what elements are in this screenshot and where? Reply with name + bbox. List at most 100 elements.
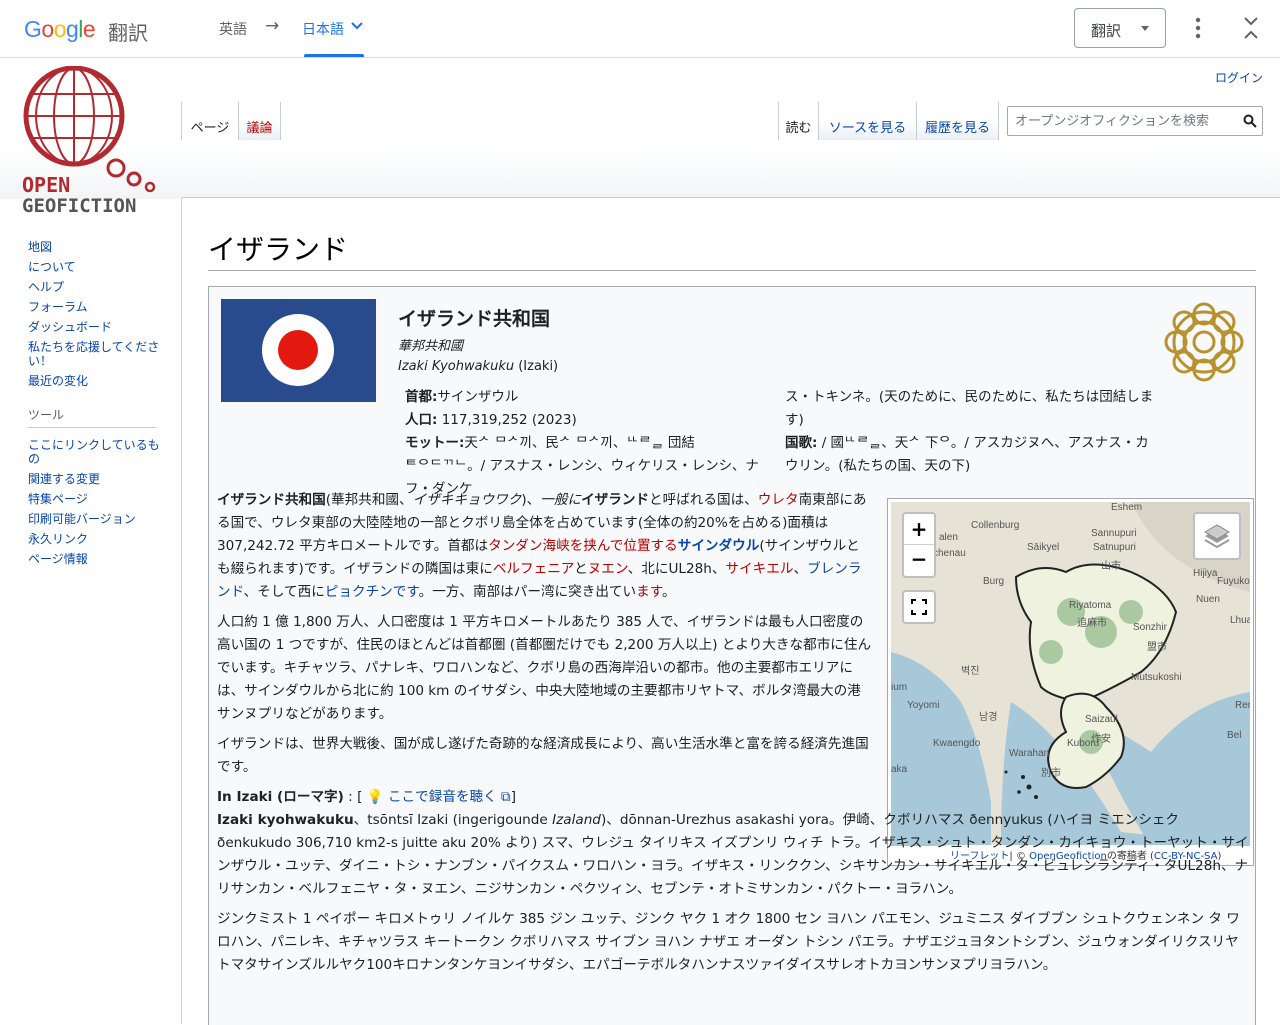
country-native-name: Izaki Kyohwakuku (Izaki): [398, 359, 558, 374]
tab-read[interactable]: 読む: [778, 102, 818, 140]
translate-title: 翻訳: [108, 21, 148, 45]
country-alt-name: 華邦共和國: [398, 339, 464, 354]
arrow-right-icon: →: [265, 16, 280, 36]
native-name-italic: Izaki Kyohwakuku: [398, 359, 515, 374]
izaki-end: ]: [510, 789, 517, 805]
article-body: イザランド共和国(華邦共和國、イザキキョウワク)、一般にイザランドと呼ばれる国は…: [217, 489, 1251, 984]
external-link-icon: ⧉: [496, 789, 511, 805]
sidebar-item-page-info[interactable]: ページ情報: [28, 552, 166, 566]
intro-text: と: [574, 561, 588, 577]
anthem-label: 国歌:: [785, 435, 818, 451]
intro-text: イザランド共和国: [217, 492, 326, 508]
intro-text: (華邦共和國、: [325, 492, 413, 508]
intro-text: 、: [793, 561, 808, 577]
intro-text: と呼ばれる国は、: [649, 492, 758, 508]
intro-link[interactable]: ます: [636, 584, 662, 600]
country-flag: [221, 299, 376, 402]
population-label: 人口:: [405, 412, 438, 428]
intro-paragraph: イザランド共和国(華邦共和國、イザキキョウワク)、一般にイザランドと呼ばれる国は…: [217, 489, 873, 604]
fact-population: 人口: 117,319,252 (2023): [405, 409, 765, 432]
target-language-indicator: [304, 54, 364, 57]
caret-down-icon: [1141, 26, 1149, 31]
more-vert-icon[interactable]: [1190, 17, 1206, 39]
izaki-paragraph: Izaki kyohwakuku、tsōntsī Izaki (ingerigo…: [217, 809, 1251, 901]
opengeofiction-logo[interactable]: OPEN GEOFICTION: [20, 66, 162, 216]
motto-label: モットー:: [405, 435, 465, 451]
title-divider: [208, 270, 1256, 271]
izaki-text-a: 、tsōntsī Izaki (ingerigounde: [353, 812, 553, 828]
intro-text: 一般に: [540, 492, 582, 508]
logo-text-open: OPEN: [22, 173, 70, 197]
search-icon[interactable]: [1243, 114, 1257, 128]
sidebar-item-support[interactable]: 私たちを応援してください！: [28, 340, 166, 368]
capital-label: 首都:: [405, 389, 438, 405]
sidebar-item-permalink[interactable]: 永久リンク: [28, 532, 166, 546]
sidebar-item-map[interactable]: 地図: [28, 240, 166, 254]
intro-link[interactable]: ピョクチンです: [325, 584, 419, 600]
population-paragraph: 人口約 1 億 1,800 万人、人口密度は 1 平方キロメートルあたり 385…: [217, 614, 872, 722]
izaki-population-paragraph: ジンクミスト 1 ペイポー キロメトゥリ ノイルケ 385 ジン ユッテ、ジンク…: [217, 911, 1240, 973]
izaki-heading: In Izaki (ローマ字): [217, 789, 344, 805]
tab-history[interactable]: 履歴を見る: [916, 102, 999, 140]
intro-link[interactable]: ヌエン: [588, 561, 628, 577]
tab-talk[interactable]: 議論: [238, 102, 281, 140]
target-language[interactable]: 日本語: [302, 19, 344, 39]
facts-right: ス・トキンネ。(天のために、民のために、私たちは団結します) 国歌: / 國ᄔᄅ…: [785, 386, 1161, 478]
tab-page[interactable]: ページ: [181, 102, 238, 140]
login-link[interactable]: ログイン: [1215, 69, 1263, 86]
sidebar-item-special-pages[interactable]: 特集ページ: [28, 492, 166, 506]
sidebar-item-recent-changes[interactable]: 最近の変化: [28, 374, 166, 388]
country-infobox: イザランド共和国 華邦共和國 Izaki Kyohwakuku (Izaki): [208, 286, 1256, 1025]
izaki-sep: : [: [343, 789, 367, 805]
country-name: イザランド共和国: [398, 308, 551, 330]
collapse-icon[interactable]: [1240, 16, 1262, 40]
fact-capital: 首都:サインザウル: [405, 386, 765, 409]
intro-link[interactable]: ウレタ: [758, 492, 799, 508]
intro-text: イザキキョウワク: [412, 492, 522, 508]
intro-link[interactable]: タンダン海峡を挟んで位置する: [488, 538, 678, 554]
intro-text: イザランド: [581, 492, 650, 508]
listen-recording-link[interactable]: ここで録音を聴く: [388, 789, 497, 805]
national-emblem-icon: [1164, 302, 1244, 382]
fact-anthem: 国歌: / 國ᄔᄅᆯ、天ᄼ 下ᄋ。/ アスカジヌへ、アスナス・カウリン。(私たち…: [785, 432, 1161, 478]
google-translate-bar: Google 翻訳 英語 → 日本語 翻訳: [0, 0, 1280, 58]
logo-text-geofiction: GEOFICTION: [22, 195, 136, 216]
izaki-heading-line: In Izaki (ローマ字) : [ 💡 ここで録音を聴く ⧉]: [217, 786, 873, 809]
sidebar-item-help[interactable]: ヘルプ: [28, 280, 166, 294]
anthem-value: / 國ᄔᄅᆯ、天ᄼ 下ᄋ。/ アスカジヌへ、アスナス・カウリン。(私たちの国、天…: [785, 435, 1149, 474]
population-value: 117,319,252 (2023): [437, 412, 577, 428]
sidebar: 地図 について ヘルプ フォーラム ダッシュボード 私たちを応援してください！ …: [0, 240, 180, 572]
intro-link[interactable]: サイキエル: [726, 561, 794, 577]
sidebar-item-what-links-here[interactable]: ここにリンクしているもの: [28, 438, 166, 466]
intro-text: )、: [521, 492, 541, 508]
sidebar-item-printable[interactable]: 印刷可能バージョン: [28, 512, 166, 526]
sidebar-item-related-changes[interactable]: 関連する変更: [28, 472, 166, 486]
intro-text: 。一方、南部はパー湾に突き出てい: [418, 584, 637, 600]
sidebar-item-dashboard[interactable]: ダッシュボード: [28, 320, 166, 334]
sidebar-item-forum[interactable]: フォーラム: [28, 300, 166, 314]
translate-button-label: 翻訳: [1091, 22, 1122, 40]
economy-paragraph: イザランドは、世界大戦後、国が成し遂げた奇跡的な経済成長により、高い生活水準と富…: [217, 736, 869, 775]
native-name-suffix: (Izaki): [514, 359, 559, 374]
source-language[interactable]: 英語: [219, 19, 247, 39]
capital-value: サインザウル: [437, 389, 519, 405]
page-title: イザランド: [208, 233, 349, 266]
intro-link[interactable]: ベルフェニア: [493, 561, 574, 577]
search-input[interactable]: [1009, 108, 1235, 134]
sidebar-item-about[interactable]: について: [28, 260, 166, 274]
intro-text: 。: [661, 584, 676, 600]
motto-continuation: ス・トキンネ。(天のために、民のために、私たちは団結します): [785, 389, 1154, 428]
translate-menu-button[interactable]: 翻訳: [1074, 8, 1166, 48]
intro-text: 、そして西に: [243, 584, 325, 600]
sidebar-navigation: 地図 について ヘルプ フォーラム ダッシュボード 私たちを応援してください！ …: [0, 240, 180, 388]
tools-heading: ツール: [28, 406, 156, 428]
izaki-italic: Izaland: [552, 812, 601, 828]
tab-view-source[interactable]: ソースを見る: [818, 102, 916, 140]
sidebar-tools: ここにリンクしているもの 関連する変更 特集ページ 印刷可能バージョン 永久リン…: [0, 438, 180, 566]
intro-link[interactable]: サインダウル: [678, 538, 760, 554]
chevron-down-icon[interactable]: [350, 19, 364, 33]
google-logo[interactable]: Google: [24, 16, 96, 43]
speaker-icon: 💡: [366, 789, 384, 805]
facts-left: 首都:サインザウル 人口: 117,319,252 (2023) モットー:天ᄼ…: [405, 386, 765, 501]
content-area: イザランド イザランド共和国 華邦共和國 Izaki Kyohwakuku (I…: [181, 197, 1280, 1025]
